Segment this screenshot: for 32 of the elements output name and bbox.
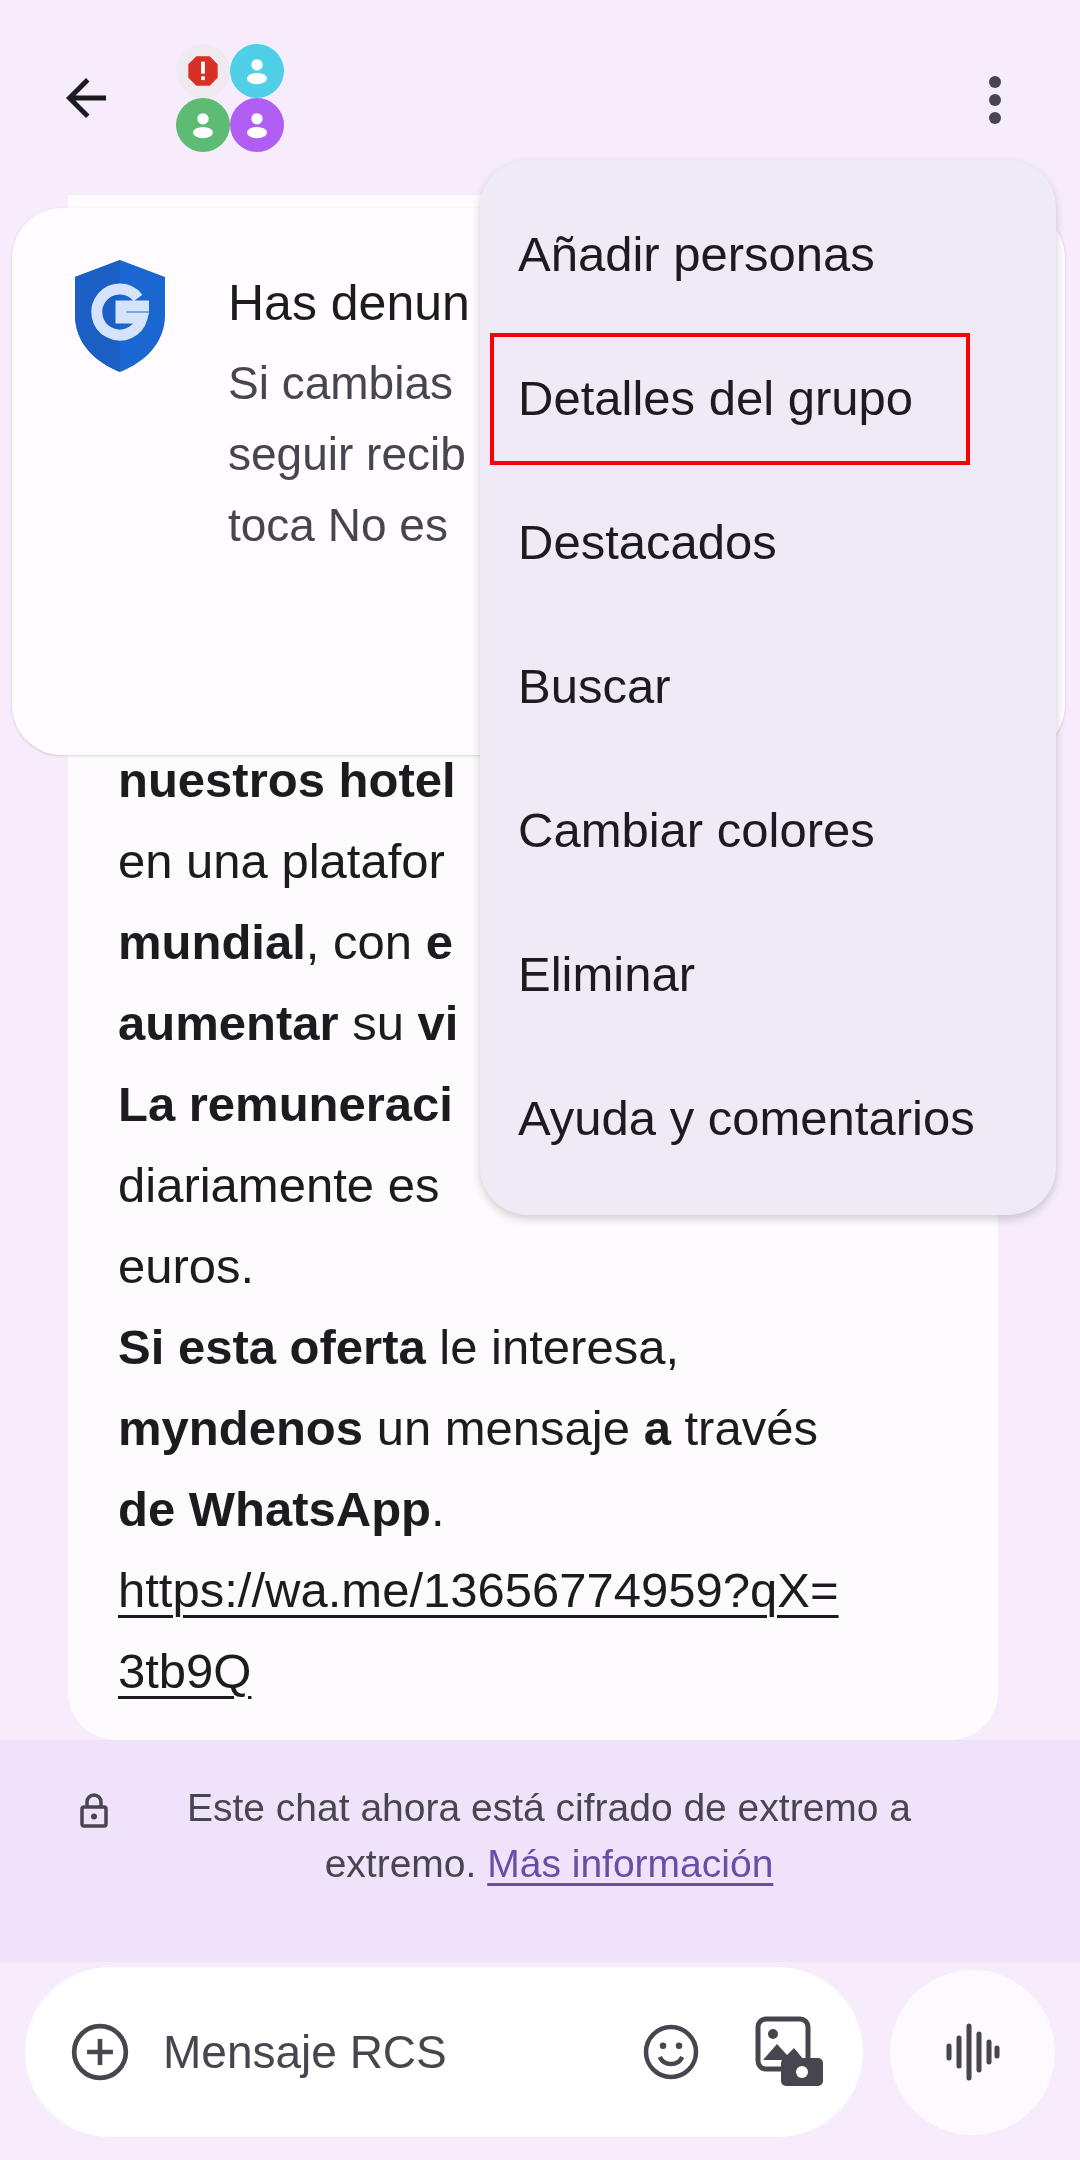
shield-icon: [75, 260, 165, 372]
card-text: Si cambias: [228, 356, 454, 411]
message-text: mundial, con e: [118, 914, 453, 971]
menu-item[interactable]: Cambiar colores: [480, 759, 1056, 903]
message-text: Si esta oferta le interesa,: [118, 1319, 680, 1376]
group-avatar[interactable]: [176, 44, 284, 152]
message-text: La remuneraci: [118, 1076, 453, 1133]
message-text: myndenos un mensaje a través: [118, 1400, 818, 1457]
emoji-icon[interactable]: [641, 2022, 701, 2082]
message-text: diariamente es: [118, 1157, 440, 1214]
message-text: de WhatsApp.: [118, 1481, 445, 1538]
lock-icon: [80, 1792, 108, 1828]
message-text: aumentar su vi: [118, 995, 459, 1052]
message-text: nuestros hotel: [118, 752, 456, 809]
menu-item[interactable]: Destacados: [480, 471, 1056, 615]
card-text: toca No es: [228, 498, 449, 553]
menu-item[interactable]: Detalles del grupo: [490, 333, 970, 465]
add-icon[interactable]: [69, 2021, 131, 2083]
card-title: Has denun: [228, 274, 470, 333]
menu-item[interactable]: Ayuda y comentarios: [480, 1047, 1056, 1191]
message-link[interactable]: 3tb9Q: [118, 1631, 252, 1712]
menu-item[interactable]: Buscar: [480, 615, 1056, 759]
encryption-notice: Este chat ahora está cifrado de extremo a extremo. Más información: [185, 1785, 913, 1887]
message-link[interactable]: https://wa.me/13656774959?qX=: [118, 1550, 839, 1631]
menu-item[interactable]: Eliminar: [480, 903, 1056, 1047]
card-text: seguir recib: [228, 427, 466, 482]
message-text: en una platafor: [118, 833, 445, 890]
gallery-camera-icon[interactable]: [755, 2016, 825, 2088]
message-field[interactable]: Mensaje RCS: [161, 2016, 581, 2088]
message-text: euros.: [118, 1238, 255, 1295]
learn-more-link[interactable]: Más información: [487, 1842, 774, 1885]
menu-item[interactable]: Añadir personas: [480, 183, 1056, 327]
